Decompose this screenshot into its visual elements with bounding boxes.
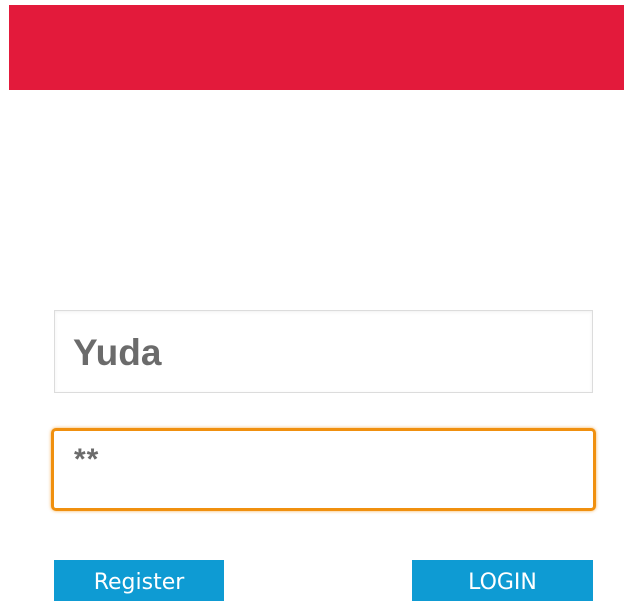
header-bar [9,5,624,90]
login-button[interactable]: LOGIN [412,560,593,601]
register-button[interactable]: Register [54,560,224,601]
password-input[interactable]: ** [51,428,596,511]
password-value: ** [74,443,100,476]
username-value: Yuda [73,332,162,373]
username-input[interactable]: Yuda [54,310,593,393]
